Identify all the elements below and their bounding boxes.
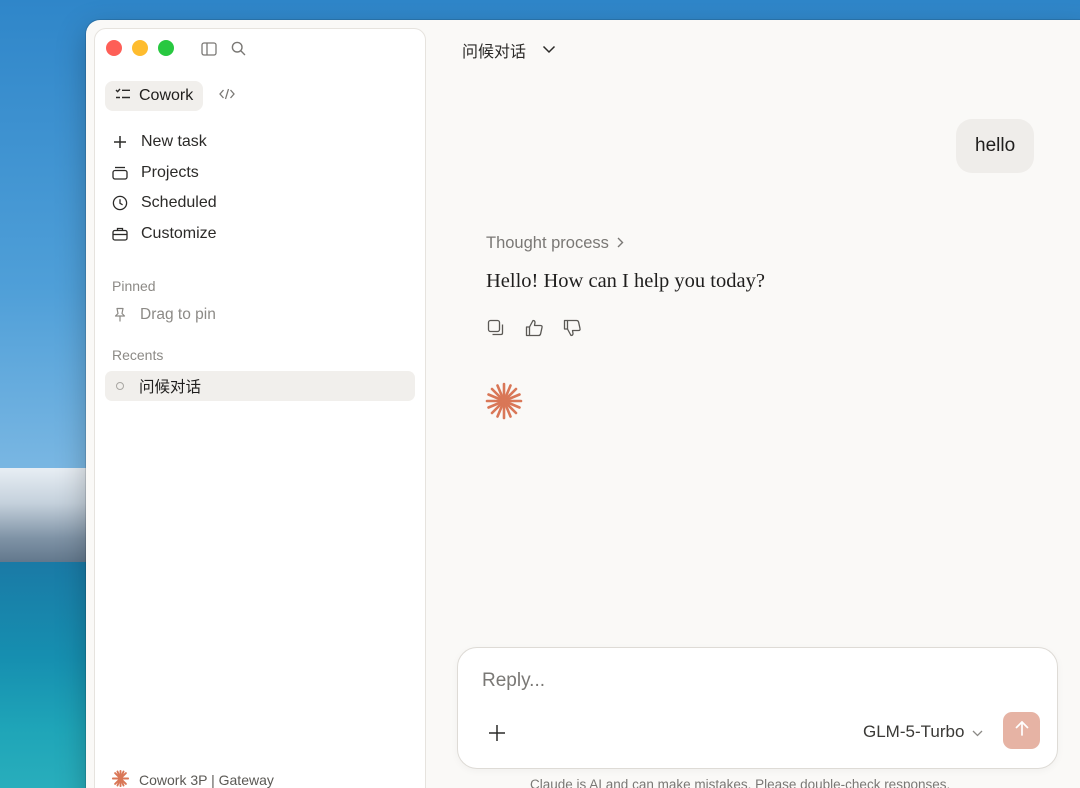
attach-plus-icon[interactable] xyxy=(486,722,508,744)
reply-composer: GLM-5-Turbo xyxy=(457,647,1058,769)
sidebar-toggle-icon[interactable] xyxy=(201,41,217,56)
pin-icon xyxy=(112,307,128,323)
message-actions xyxy=(486,318,582,338)
drag-to-pin-label: Drag to pin xyxy=(140,306,216,323)
sidebar-item-customize[interactable]: Customize xyxy=(111,219,217,250)
spark-logo-icon xyxy=(111,769,130,788)
maximize-window-button[interactable] xyxy=(158,40,174,56)
sidebar-footer[interactable]: Cowork 3P | Gateway xyxy=(111,769,274,788)
plus-icon xyxy=(111,133,129,151)
chevron-down-icon xyxy=(542,41,556,59)
thumbs-down-icon[interactable] xyxy=(562,318,582,338)
conversation-title: 问候对话 xyxy=(462,44,527,61)
user-message: hello xyxy=(956,119,1035,173)
model-selector[interactable]: GLM-5-Turbo xyxy=(863,722,983,742)
sidebar-item-label: New task xyxy=(141,133,207,151)
thumbs-up-icon[interactable] xyxy=(524,318,544,338)
chevron-right-icon xyxy=(617,234,624,253)
sidebar-item-new-task[interactable]: New task xyxy=(111,127,217,158)
drag-to-pin-hint: Drag to pin xyxy=(112,306,216,324)
ai-disclaimer: Claude is AI and can make mistakes. Plea… xyxy=(530,777,951,788)
arrow-up-icon xyxy=(1015,720,1029,741)
sidebar-item-label: Projects xyxy=(141,163,199,181)
cowork-mode-label: Cowork xyxy=(139,87,194,104)
recent-item-title: 问候对话 xyxy=(139,379,202,396)
reply-input[interactable] xyxy=(482,670,1022,692)
recents-section-label: Recents xyxy=(112,347,164,363)
send-button[interactable] xyxy=(1003,712,1040,749)
chevron-down-icon xyxy=(972,722,983,742)
search-icon[interactable] xyxy=(231,41,246,56)
sidebar: Cowork New task Projects Scheduled Custo… xyxy=(94,28,426,788)
sidebar-nav: New task Projects Scheduled Customize xyxy=(111,127,217,249)
close-window-button[interactable] xyxy=(106,40,122,56)
footer-label: Cowork 3P | Gateway xyxy=(139,772,274,788)
chat-area: 问候对话 hello Thought process Hello! How ca… xyxy=(426,20,1080,788)
sidebar-item-label: Scheduled xyxy=(141,194,217,212)
assistant-spark-icon xyxy=(484,381,524,426)
window-controls xyxy=(106,40,174,56)
minimize-window-button[interactable] xyxy=(132,40,148,56)
conversation-title-menu[interactable]: 问候对话 xyxy=(462,38,556,62)
code-icon xyxy=(219,87,236,105)
pinned-section-label: Pinned xyxy=(112,278,156,294)
mode-switcher: Cowork xyxy=(105,81,241,111)
projects-icon xyxy=(111,164,129,182)
app-window: Cowork New task Projects Scheduled Custo… xyxy=(86,20,1080,788)
copy-icon[interactable] xyxy=(486,318,506,338)
assistant-message: Hello! How can I help you today? xyxy=(486,270,765,292)
cowork-mode-button[interactable]: Cowork xyxy=(105,81,204,111)
checklist-icon xyxy=(115,87,131,106)
sidebar-item-projects[interactable]: Projects xyxy=(111,158,217,189)
thought-process-toggle[interactable]: Thought process xyxy=(486,234,624,253)
code-mode-button[interactable] xyxy=(213,81,241,111)
status-circle-icon xyxy=(116,382,124,390)
sidebar-toolbar xyxy=(201,41,246,56)
sidebar-item-label: Customize xyxy=(141,224,217,242)
recent-item[interactable]: 问候对话 xyxy=(105,371,415,401)
sidebar-item-scheduled[interactable]: Scheduled xyxy=(111,188,217,219)
clock-icon xyxy=(111,194,129,212)
briefcase-icon xyxy=(111,225,129,243)
thought-process-label: Thought process xyxy=(486,234,609,252)
model-name: GLM-5-Turbo xyxy=(863,722,965,741)
